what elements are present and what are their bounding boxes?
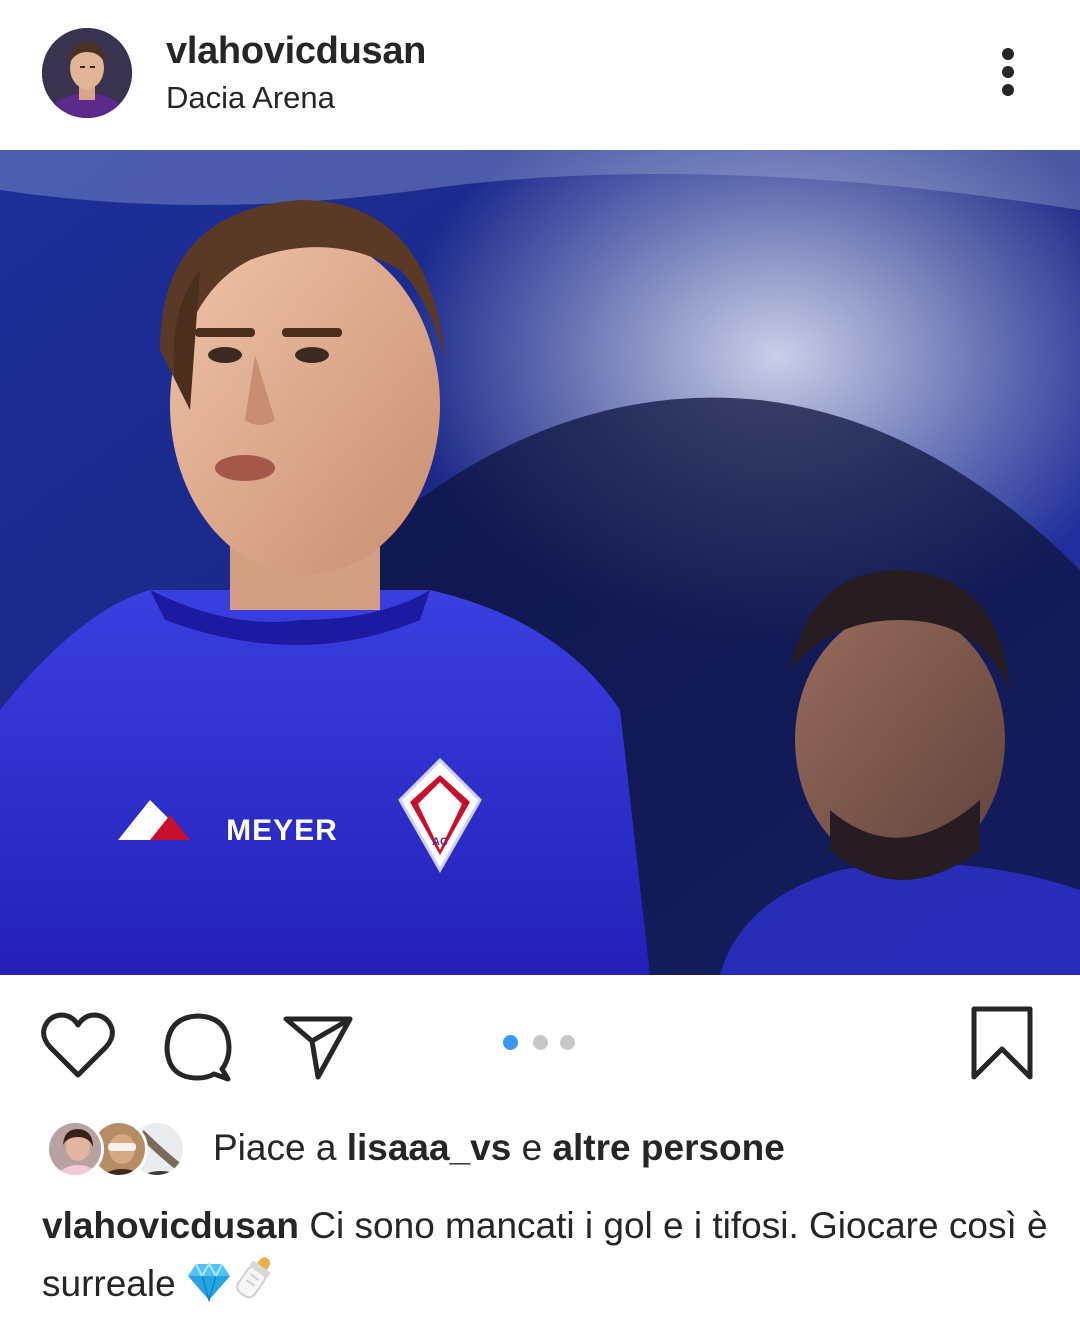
- likes-others-link[interactable]: altre persone: [552, 1127, 784, 1168]
- carousel-dot: [560, 1035, 575, 1050]
- caption-username[interactable]: vlahovicdusan: [42, 1205, 299, 1246]
- action-bar: [0, 975, 1080, 1105]
- post-photo[interactable]: AC MEYER: [0, 150, 1080, 975]
- likes-prefix: Piace a: [213, 1127, 337, 1168]
- likes-conjunction: e: [521, 1127, 543, 1168]
- likes-row[interactable]: Piace a lisaaa_vs e altre persone: [0, 1105, 1080, 1195]
- carousel-indicator: [503, 1035, 578, 1051]
- liker-username[interactable]: lisaaa_vs: [347, 1127, 512, 1168]
- post-caption: vlahovicdusan Ci sono mancati i gol e i …: [42, 1198, 1052, 1318]
- likes-summary: Piace a lisaaa_vs e altre persone: [213, 1127, 785, 1169]
- heart-icon[interactable]: [40, 1011, 116, 1081]
- post-username[interactable]: vlahovicdusan: [166, 30, 426, 73]
- avatar[interactable]: [42, 28, 132, 118]
- share-icon[interactable]: [282, 1011, 354, 1081]
- gem-icon: [186, 1262, 232, 1318]
- carousel-dot: [533, 1035, 548, 1050]
- carousel-dot: [503, 1035, 518, 1050]
- post-location[interactable]: Dacia Arena: [166, 80, 335, 116]
- crest-letters: AC: [432, 836, 448, 848]
- liker-avatar[interactable]: [46, 1120, 104, 1178]
- more-options-icon[interactable]: [985, 42, 1031, 102]
- post-header: vlahovicdusan Dacia Arena: [0, 0, 1080, 150]
- baby-bottle-icon: [232, 1254, 276, 1318]
- comment-icon[interactable]: [162, 1011, 234, 1083]
- bookmark-icon[interactable]: [968, 1005, 1036, 1081]
- shirt-sponsor: MEYER: [226, 814, 338, 847]
